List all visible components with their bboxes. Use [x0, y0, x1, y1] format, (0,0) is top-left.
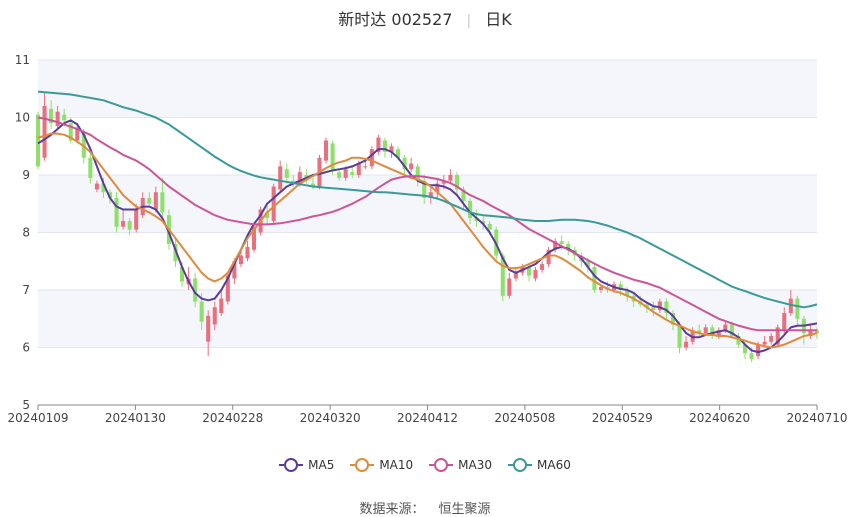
- y-tick-label: 6: [22, 341, 30, 355]
- candle-body: [756, 344, 761, 357]
- candle-body: [127, 221, 132, 230]
- legend-swatch: [429, 458, 454, 472]
- candle-body: [75, 129, 80, 141]
- candlestick-chart: 5 6 7 8 9 10 11 20240109 20240130 20240228 202403…: [7, 53, 848, 425]
- legend-label: MA30: [458, 458, 493, 472]
- grid-band: [38, 290, 817, 348]
- data-source: 数据来源： 恒生聚源: [0, 498, 850, 517]
- candle-body: [651, 307, 656, 311]
- candle-body: [42, 106, 47, 158]
- y-tick-label: 8: [22, 226, 30, 240]
- x-tick-label: 20240508: [494, 411, 555, 425]
- y-tick-label: 5: [22, 398, 30, 412]
- candle-body: [206, 315, 211, 342]
- candle-body: [369, 149, 374, 167]
- x-axis: 20240109 20240130 20240228 20240320 20240412…: [7, 404, 848, 425]
- x-tick-label: 20240109: [7, 411, 68, 425]
- candle-body: [540, 264, 545, 270]
- x-tick-label: 20240412: [397, 411, 458, 425]
- candle-body: [409, 163, 414, 170]
- candle-body: [147, 198, 152, 204]
- legend-swatch: [279, 458, 304, 472]
- candle-body: [533, 269, 538, 279]
- candle-body: [363, 166, 368, 168]
- candle-body: [238, 255, 243, 265]
- candle-body: [795, 298, 800, 319]
- candle-body: [559, 241, 564, 244]
- candle-body: [88, 157, 93, 178]
- candle-body: [507, 278, 512, 296]
- candle-body: [487, 223, 492, 230]
- candle-body: [160, 192, 165, 213]
- grid-band: [38, 60, 817, 118]
- candle-body: [598, 287, 604, 290]
- candle-body: [245, 246, 250, 259]
- candle-body: [199, 301, 204, 322]
- legend: MA5 MA10 MA30 MA60: [0, 458, 850, 472]
- candle-body: [324, 140, 329, 161]
- legend-item-ma5[interactable]: MA5: [279, 458, 334, 472]
- legend-item-ma60[interactable]: MA60: [508, 458, 571, 472]
- legend-swatch: [508, 458, 533, 472]
- candle-body: [350, 172, 355, 175]
- candle-body: [271, 186, 276, 221]
- candle-body: [769, 336, 774, 342]
- candle-body: [782, 313, 787, 331]
- candle-body: [114, 198, 119, 227]
- candle-body: [35, 114, 41, 167]
- legend-item-ma30[interactable]: MA30: [429, 458, 492, 472]
- candle-body: [278, 166, 283, 190]
- candle-body: [749, 353, 754, 359]
- candle-body: [212, 307, 217, 325]
- x-tick-label: 20240710: [786, 411, 847, 425]
- x-tick-label: 20240130: [105, 411, 166, 425]
- candle-body: [62, 114, 67, 121]
- legend-label: MA10: [379, 458, 414, 472]
- candle-body: [55, 111, 60, 127]
- candle-body: [219, 298, 224, 313]
- y-tick-label: 9: [22, 168, 30, 182]
- y-tick-label: 7: [22, 283, 30, 297]
- candle-body: [448, 175, 453, 181]
- candle-body: [343, 169, 348, 178]
- x-tick-label: 20240529: [592, 411, 653, 425]
- legend-item-ma10[interactable]: MA10: [350, 458, 413, 472]
- x-tick-label: 20240620: [689, 411, 750, 425]
- candle-body: [684, 341, 689, 348]
- candle-body: [134, 209, 139, 230]
- candle-body: [121, 221, 126, 227]
- candle-body: [703, 327, 708, 334]
- legend-label: MA5: [308, 458, 335, 472]
- x-tick-label: 20240320: [300, 411, 361, 425]
- y-tick-label: 10: [15, 111, 30, 125]
- x-tick-label: 20240228: [202, 411, 263, 425]
- candle-body: [337, 172, 342, 178]
- candle-body: [153, 192, 158, 210]
- candle-body: [94, 183, 99, 190]
- legend-label: MA60: [537, 458, 571, 472]
- source-label: 数据来源：: [359, 502, 425, 517]
- legend-swatch: [350, 458, 375, 472]
- y-axis-ticks: 5 6 7 8 9 10 11: [15, 53, 30, 412]
- y-tick-label: 11: [15, 53, 30, 67]
- candle-body: [284, 169, 289, 178]
- candle-body: [762, 341, 767, 345]
- candle-body: [592, 267, 597, 290]
- source-value: 恒生聚源: [438, 502, 491, 517]
